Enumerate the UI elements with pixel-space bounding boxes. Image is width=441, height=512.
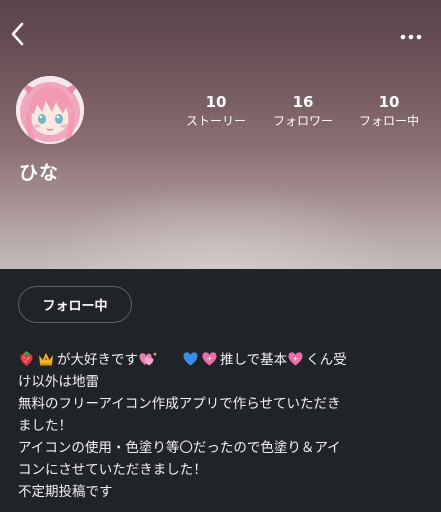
followers-label: フォロワー (272, 114, 333, 128)
stories-count: 10 (205, 93, 227, 111)
following-count: 10 (378, 93, 400, 111)
blue-heart-icon (183, 352, 198, 366)
bio-text: が大好きです (57, 352, 138, 368)
avatar[interactable] (16, 76, 84, 144)
bio-line: アイコンの使用・色塗り等〇だったので色塗り＆アイ (18, 440, 341, 456)
sparkling-heart-icon (288, 352, 303, 366)
bio-text: 推しで基本 (220, 352, 288, 368)
bio-line: コンにさせていただきました！ (18, 462, 207, 478)
following-button[interactable]: フォロー中 (18, 286, 132, 323)
bio-line: け以外は地雷 (18, 374, 99, 390)
stat-stories[interactable]: 10 ストーリー (180, 93, 252, 129)
strawberry-icon (20, 351, 33, 366)
username: ひな (19, 162, 60, 184)
stat-followers[interactable]: 16 フォロワー (266, 93, 340, 129)
bio-line: ました！ (18, 418, 72, 434)
more-button[interactable] (399, 28, 423, 40)
back-button[interactable] (6, 20, 30, 48)
chevron-left-icon (11, 22, 24, 46)
stories-label: ストーリー (185, 114, 246, 128)
crown-icon (39, 353, 53, 366)
heart-sparkle-icon (139, 352, 158, 366)
profile-bio: が大好きです 推しで基本 くん受 け以外は地雷 無料のフリーアイコン作成アプリで… (18, 349, 423, 503)
bio-text: くん受 (306, 352, 347, 368)
bio-line: 無料のフリーアイコン作成アプリで作らせていただき (18, 396, 341, 412)
profile-page: ひな 10 ストーリー 16 フォロワー 10 フォロー中 フォロー中 が大好き… (0, 0, 441, 512)
bio-line: 不定期投稿です (18, 484, 113, 500)
followers-count: 16 (292, 93, 314, 111)
following-label: フォロー中 (358, 114, 419, 128)
profile-header: ひな 10 ストーリー 16 フォロワー 10 フォロー中 (0, 0, 441, 269)
more-dots-icon (400, 34, 422, 40)
bio-line: が大好きです 推しで基本 くん受 (18, 349, 423, 371)
sparkling-heart-icon (202, 352, 217, 366)
stat-following[interactable]: 10 フォロー中 (352, 93, 426, 129)
anime-avatar-icon (16, 76, 84, 144)
